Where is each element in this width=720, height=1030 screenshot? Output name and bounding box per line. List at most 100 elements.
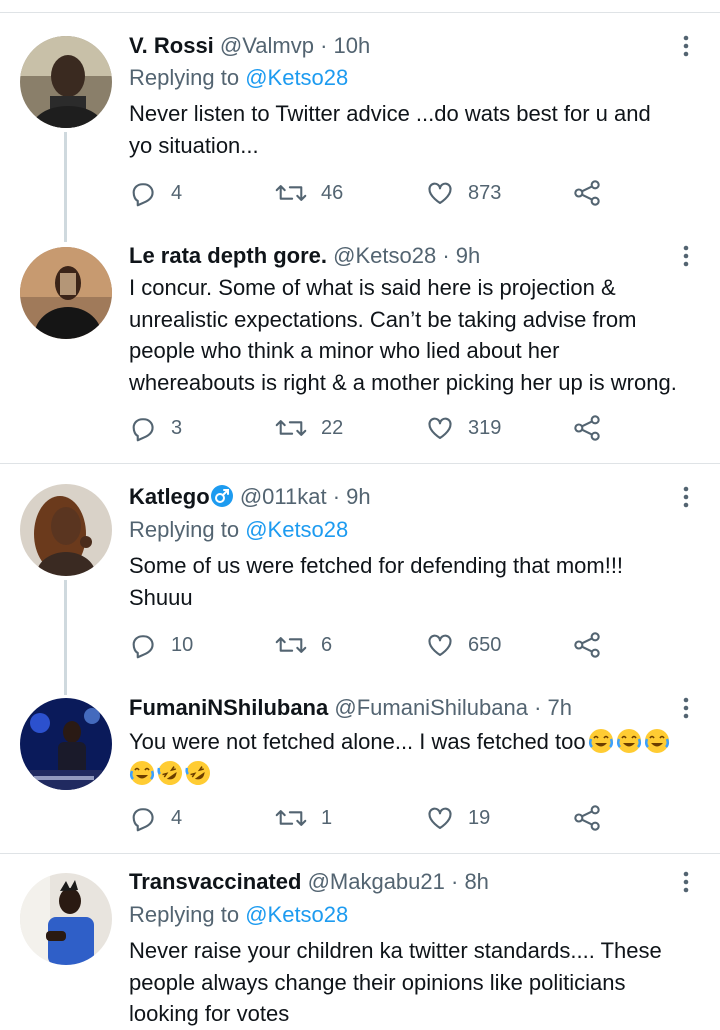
verified-badge-icon	[210, 485, 233, 507]
face-with-tears-of-joy-icon	[588, 729, 613, 753]
tweet-header: Le rata depth gore. @Ketso28 · 9h	[129, 242, 480, 270]
like-count: 873	[468, 181, 502, 204]
tweet[interactable]: Transvaccinated @Makgabu21 · 8h Replying…	[0, 854, 720, 1028]
tweet-text-line	[129, 758, 709, 790]
timestamp[interactable]: · 9h	[442, 243, 480, 268]
tweet-header: V. Rossi @Valmvp · 10h	[129, 32, 370, 60]
retweet-count: 46	[321, 181, 344, 204]
tweet-text-line: Never raise your children ka twitter sta…	[129, 938, 662, 963]
retweet-icon	[275, 420, 307, 436]
tweet[interactable]: Katlego @011kat · 9h Replying to @Ketso2…	[0, 464, 720, 690]
like-icon	[428, 807, 452, 829]
reply-icon	[132, 808, 154, 832]
face-with-tears-of-joy-icon	[129, 760, 155, 785]
like-count: 650	[468, 633, 502, 656]
tweet[interactable]: Le rata depth gore. @Ketso28 · 9h I conc…	[0, 240, 720, 463]
like-button[interactable]: 19	[426, 801, 490, 835]
timestamp[interactable]: · 10h	[320, 33, 370, 58]
tweet-text-line: I concur. Some of what is said here is p…	[129, 275, 616, 300]
tweet-header: Transvaccinated @Makgabu21 · 8h	[129, 868, 489, 896]
action-bar: 4 46 873	[129, 176, 609, 210]
tweet-text-fragment: You were not fetched alone... I was fetc…	[129, 729, 586, 754]
tweet-text-line: people who think a minor who lied about …	[129, 338, 560, 363]
mention-link[interactable]: @Ketso28	[245, 517, 348, 542]
like-button[interactable]: 319	[426, 411, 501, 445]
reply-icon	[132, 418, 154, 442]
timestamp[interactable]: · 8h	[451, 869, 489, 894]
mention-link[interactable]: @Ketso28	[245, 65, 348, 90]
handle[interactable]: @Valmvp	[220, 33, 314, 58]
share-button[interactable]	[573, 176, 615, 210]
handle[interactable]: @011kat	[240, 484, 327, 509]
like-button[interactable]: 650	[426, 628, 501, 662]
tweet-header: Katlego @011kat · 9h	[129, 483, 371, 511]
tweet-text: You were not fetched alone... I was fetc…	[129, 726, 709, 789]
tweet-text: I concur. Some of what is said here is p…	[129, 272, 709, 398]
action-bar: 3 22 319	[129, 411, 609, 445]
tweet-text-line: Shuuu	[129, 584, 193, 610]
share-button[interactable]	[573, 801, 615, 835]
share-icon	[574, 632, 600, 658]
tweet-text: Never listen to Twitter advice ...do wat…	[129, 98, 709, 161]
replying-to: Replying to @Ketso28	[129, 64, 348, 92]
more-options-icon[interactable]	[672, 694, 700, 722]
tweet-text: Never raise your children ka twitter sta…	[129, 935, 709, 1030]
display-name[interactable]: Le rata depth gore.	[129, 243, 327, 268]
like-icon	[428, 417, 452, 439]
avatar[interactable]	[20, 36, 112, 128]
retweet-count: 1	[321, 806, 333, 829]
more-options-icon[interactable]	[672, 868, 700, 896]
replying-to-label: Replying to	[129, 65, 240, 90]
reply-button[interactable]: 4	[129, 176, 182, 210]
display-name[interactable]: Transvaccinated	[129, 869, 301, 894]
like-count: 319	[468, 416, 502, 439]
tweet[interactable]: FumaniNShilubana @FumaniShilubana · 7h Y…	[0, 690, 720, 853]
handle[interactable]: @Makgabu21	[308, 869, 445, 894]
tweet-text-line: Never listen to Twitter advice ...do wat…	[129, 101, 651, 126]
reply-count: 10	[171, 633, 194, 656]
reply-button[interactable]: 4	[129, 801, 182, 835]
reply-button[interactable]: 3	[129, 411, 182, 445]
retweet-button[interactable]: 46	[275, 176, 343, 210]
retweet-icon	[275, 637, 307, 653]
share-icon	[574, 180, 600, 206]
more-options-icon[interactable]	[672, 32, 700, 60]
retweet-button[interactable]: 22	[275, 411, 343, 445]
like-button[interactable]: 873	[426, 176, 501, 210]
retweet-icon	[275, 810, 307, 826]
share-button[interactable]	[573, 628, 615, 662]
reply-count: 3	[171, 416, 183, 439]
avatar[interactable]	[20, 484, 112, 576]
timestamp[interactable]: · 9h	[333, 484, 371, 509]
mention-link[interactable]: @Ketso28	[245, 902, 348, 927]
tweet-text-line: You were not fetched alone... I was fetc…	[129, 726, 709, 758]
avatar[interactable]	[20, 247, 112, 339]
handle[interactable]: @FumaniShilubana	[334, 695, 528, 720]
face-with-tears-of-joy-icon	[644, 729, 669, 753]
action-bar: 10 6 650	[129, 628, 609, 662]
retweet-button[interactable]: 6	[275, 628, 332, 662]
reply-button[interactable]: 10	[129, 628, 193, 662]
tweet-header: FumaniNShilubana @FumaniShilubana · 7h	[129, 694, 572, 722]
share-button[interactable]	[573, 411, 615, 445]
replying-to: Replying to @Ketso28	[129, 901, 348, 929]
tweet-text-line: Some of us were fetched for defending th…	[129, 553, 624, 578]
more-options-icon[interactable]	[672, 242, 700, 270]
reply-count: 4	[171, 806, 183, 829]
tweet[interactable]: V. Rossi @Valmvp · 10h Replying to @Kets…	[0, 0, 720, 240]
display-name[interactable]: V. Rossi	[129, 33, 214, 58]
share-icon	[574, 805, 600, 831]
avatar[interactable]	[20, 873, 112, 965]
tweet-text-line: people always change their opinions like…	[129, 969, 626, 995]
timestamp[interactable]: · 7h	[534, 695, 572, 720]
like-icon	[428, 182, 452, 204]
retweet-count: 22	[321, 416, 344, 439]
handle[interactable]: @Ketso28	[333, 243, 436, 268]
display-name[interactable]: FumaniNShilubana	[129, 695, 328, 720]
retweet-button[interactable]: 1	[275, 801, 332, 835]
action-bar: 4 1 19	[129, 801, 609, 835]
like-count: 19	[468, 806, 491, 829]
more-options-icon[interactable]	[672, 483, 700, 511]
display-name[interactable]: Katlego	[129, 484, 210, 509]
avatar[interactable]	[20, 698, 112, 790]
